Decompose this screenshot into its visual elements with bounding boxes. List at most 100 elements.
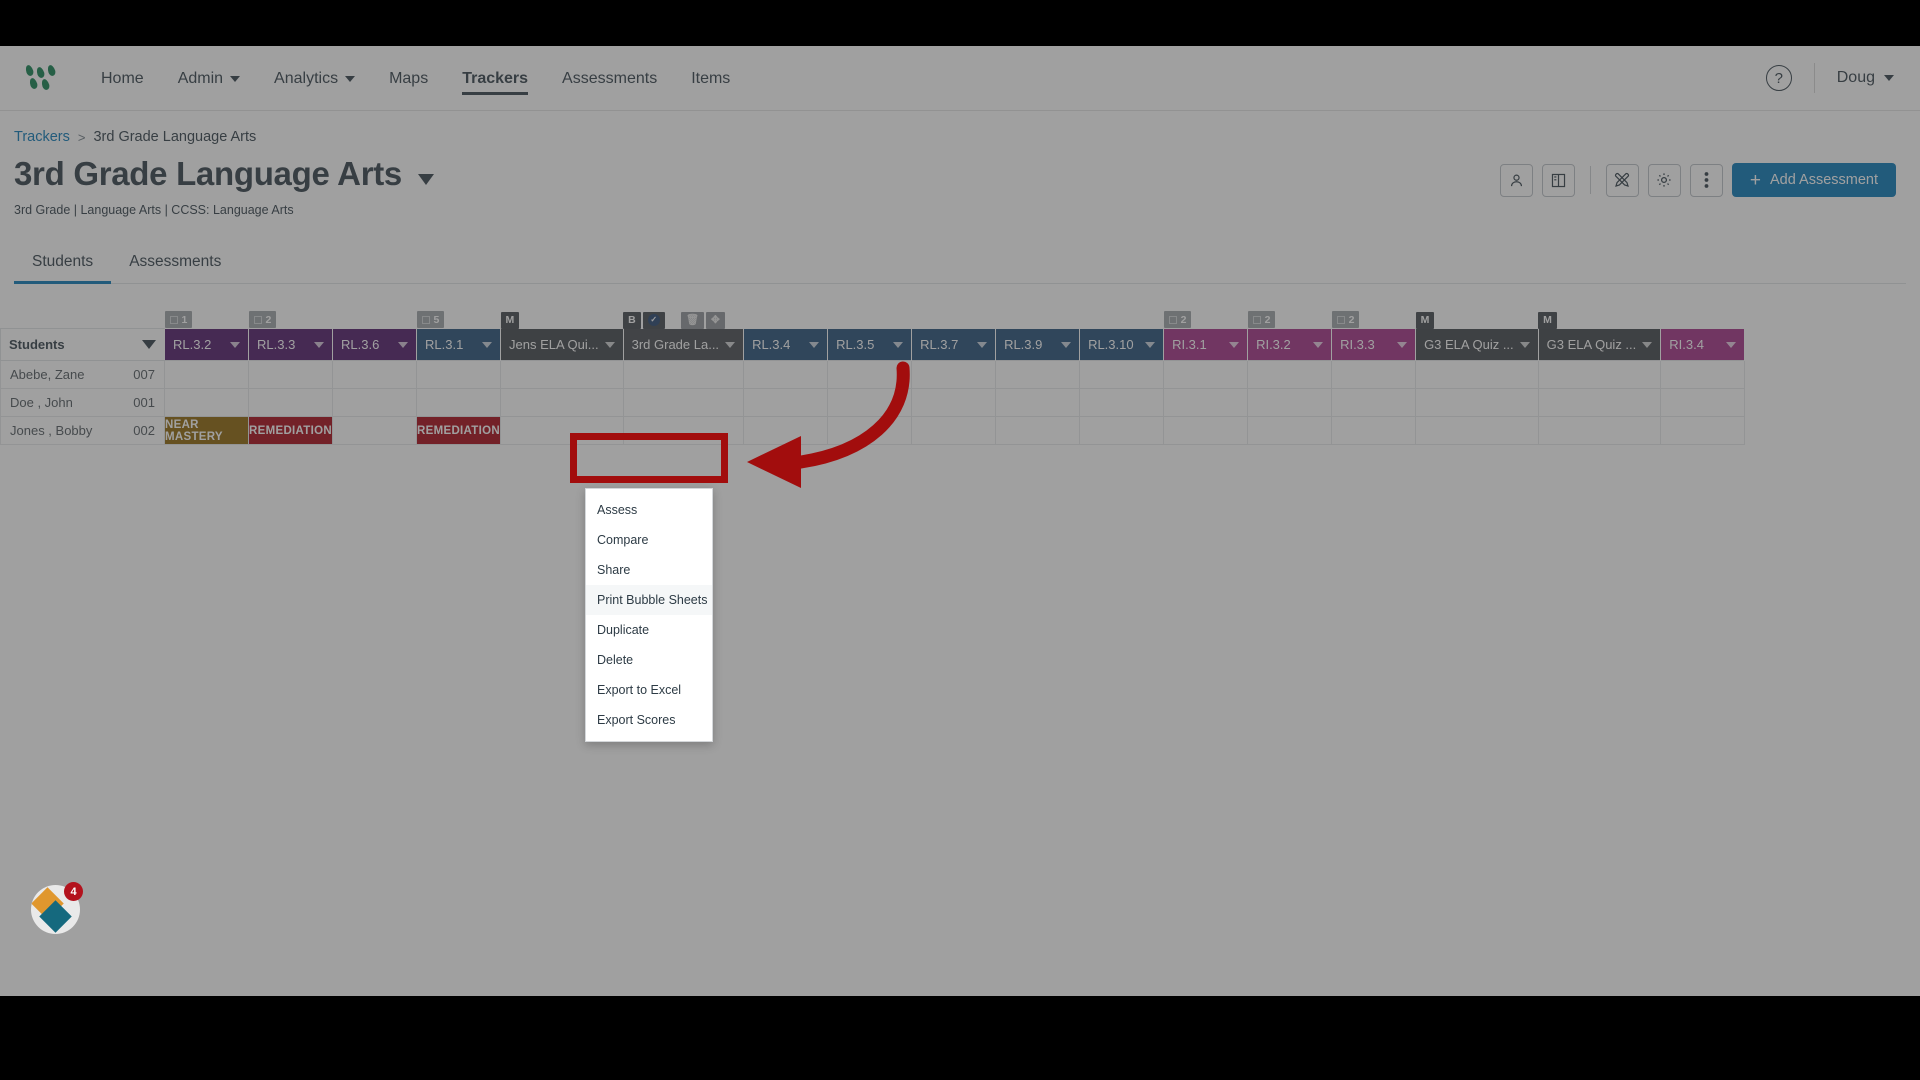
- app-logo-icon[interactable]: [24, 64, 57, 91]
- score-cell[interactable]: [1331, 388, 1417, 418]
- chevron-down-icon[interactable]: [893, 341, 904, 348]
- menu-item-delete[interactable]: Delete: [586, 645, 712, 675]
- score-cell[interactable]: [416, 360, 501, 390]
- score-cell[interactable]: [248, 360, 333, 390]
- score-cell[interactable]: [1660, 360, 1746, 390]
- score-cell[interactable]: [1537, 360, 1662, 390]
- chevron-down-icon[interactable]: [1519, 341, 1530, 348]
- nav-item-assessments[interactable]: Assessments: [545, 48, 674, 109]
- column-header-g3-ela-quiz-[interactable]: G3 ELA Quiz ...: [1538, 328, 1662, 361]
- manage-students-button[interactable]: [1499, 163, 1533, 197]
- chevron-down-icon[interactable]: [1229, 341, 1240, 348]
- nav-item-items[interactable]: Items: [674, 48, 747, 109]
- score-cell[interactable]: [500, 360, 624, 390]
- more-options-button[interactable]: [1689, 163, 1723, 197]
- help-icon[interactable]: ?: [1765, 65, 1792, 91]
- chevron-down-icon[interactable]: [1313, 341, 1324, 348]
- column-header-rl-3-1[interactable]: RL.3.1: [416, 328, 501, 361]
- score-cell[interactable]: [1415, 360, 1539, 390]
- chevron-down-icon[interactable]: [1642, 341, 1653, 348]
- chevron-down-icon[interactable]: [1726, 341, 1737, 348]
- nav-item-trackers[interactable]: Trackers: [445, 48, 545, 109]
- score-cell[interactable]: [1163, 360, 1249, 390]
- delete-column-button[interactable]: 🗑: [680, 311, 705, 329]
- title-chevron-down-icon[interactable]: [417, 173, 434, 185]
- score-cell[interactable]: NEAR MASTERY: [164, 416, 249, 446]
- score-cell[interactable]: [164, 360, 249, 390]
- score-cell[interactable]: [995, 416, 1081, 446]
- score-cell[interactable]: [1247, 388, 1333, 418]
- column-header-rl-3-9[interactable]: RL.3.9: [995, 328, 1081, 361]
- score-cell[interactable]: [1079, 360, 1165, 390]
- edit-tools-button[interactable]: [1605, 163, 1639, 197]
- menu-item-compare[interactable]: Compare: [586, 525, 712, 555]
- score-cell[interactable]: [1660, 416, 1746, 446]
- score-cell[interactable]: [248, 388, 333, 418]
- score-cell[interactable]: [1079, 388, 1165, 418]
- score-cell[interactable]: [1079, 416, 1165, 446]
- menu-item-assess[interactable]: Assess: [586, 495, 712, 525]
- score-cell[interactable]: [1415, 388, 1539, 418]
- score-cell[interactable]: [995, 360, 1081, 390]
- menu-item-print-bubble-sheets[interactable]: Print Bubble Sheets: [586, 585, 712, 615]
- column-header-rl-3-6[interactable]: RL.3.6: [332, 328, 417, 361]
- chevron-down-icon[interactable]: [604, 341, 615, 348]
- chevron-down-icon[interactable]: [314, 341, 324, 348]
- nav-item-admin[interactable]: Admin: [161, 48, 257, 109]
- toggle-panel-button[interactable]: [1541, 163, 1575, 197]
- score-cell[interactable]: [1331, 416, 1417, 446]
- nav-item-maps[interactable]: Maps: [372, 48, 445, 109]
- menu-item-export-to-excel[interactable]: Export to Excel: [586, 675, 712, 705]
- chevron-down-icon[interactable]: [725, 341, 736, 348]
- student-name-cell[interactable]: Doe , John 001: [0, 388, 165, 418]
- students-column-header[interactable]: Students: [0, 328, 165, 362]
- score-cell[interactable]: [164, 388, 249, 418]
- nav-item-analytics[interactable]: Analytics: [257, 48, 372, 109]
- chevron-down-icon[interactable]: [482, 341, 492, 348]
- chevron-down-icon[interactable]: [1145, 341, 1156, 348]
- score-cell[interactable]: [911, 388, 997, 418]
- column-header-jens-ela-qui-[interactable]: Jens ELA Qui...: [500, 328, 624, 361]
- score-cell[interactable]: [622, 388, 745, 418]
- score-cell[interactable]: REMEDIATION: [416, 416, 501, 446]
- score-cell[interactable]: [1247, 360, 1333, 390]
- score-cell[interactable]: [622, 360, 745, 390]
- chevron-down-icon[interactable]: [230, 341, 240, 348]
- chevron-down-icon[interactable]: [809, 341, 820, 348]
- column-header-g3-ela-quiz-[interactable]: G3 ELA Quiz ...: [1415, 328, 1539, 361]
- score-cell[interactable]: [1537, 416, 1662, 446]
- column-header-rl-3-3[interactable]: RL.3.3: [248, 328, 333, 361]
- menu-item-share[interactable]: Share: [586, 555, 712, 585]
- chevron-down-icon[interactable]: [1397, 341, 1408, 348]
- score-cell[interactable]: REMEDIATION: [248, 416, 333, 446]
- score-cell[interactable]: [332, 360, 417, 390]
- column-context-menu[interactable]: Assess Compare Share Print Bubble Sheets Dup…: [585, 488, 713, 742]
- help-chat-widget[interactable]: 4: [31, 882, 83, 934]
- column-header-rl-3-4[interactable]: RL.3.4: [743, 328, 829, 361]
- score-cell[interactable]: [995, 388, 1081, 418]
- settings-button[interactable]: [1647, 163, 1681, 197]
- nav-item-home[interactable]: Home: [84, 48, 161, 109]
- add-assessment-button[interactable]: + Add Assessment: [1731, 163, 1896, 197]
- chevron-down-icon[interactable]: [398, 341, 408, 348]
- tab-students[interactable]: Students: [14, 243, 112, 284]
- student-name-cell[interactable]: Jones , Bobby 002: [0, 416, 165, 446]
- column-header-rl-3-5[interactable]: RL.3.5: [827, 328, 913, 361]
- score-cell[interactable]: [1247, 416, 1333, 446]
- column-header-rl-3-2[interactable]: RL.3.2: [164, 328, 249, 361]
- user-menu[interactable]: Doug: [1837, 69, 1894, 87]
- column-header-ri-3-1[interactable]: RI.3.1: [1163, 328, 1249, 361]
- score-cell[interactable]: [911, 360, 997, 390]
- score-cell[interactable]: [1660, 388, 1746, 418]
- score-cell[interactable]: [416, 388, 501, 418]
- score-cell[interactable]: [1537, 388, 1662, 418]
- score-cell[interactable]: [332, 388, 417, 418]
- column-header-ri-3-3[interactable]: RI.3.3: [1331, 328, 1417, 361]
- score-cell[interactable]: [1163, 388, 1249, 418]
- column-header-ri-3-2[interactable]: RI.3.2: [1247, 328, 1333, 361]
- move-column-handle[interactable]: ✥: [706, 311, 725, 329]
- tab-assessments[interactable]: Assessments: [111, 243, 239, 283]
- student-name-cell[interactable]: Abebe, Zane 007: [0, 360, 165, 390]
- chevron-down-icon[interactable]: [1061, 341, 1072, 348]
- column-header-rl-3-10[interactable]: RL.3.10: [1079, 328, 1165, 361]
